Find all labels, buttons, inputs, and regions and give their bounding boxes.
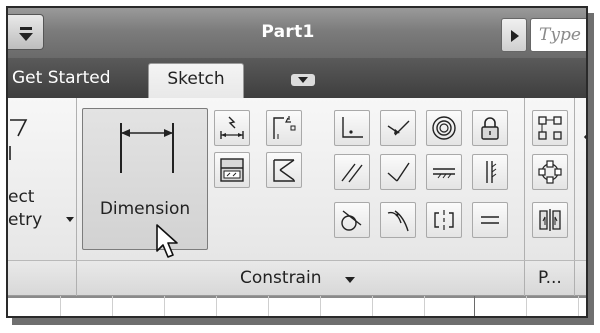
ribbon-panel-area: ect etry Dimension — [8, 98, 586, 260]
symmetric-constraint-icon — [434, 210, 454, 230]
horizontal-constraint-icon — [433, 168, 455, 179]
sketch-canvas[interactable] — [8, 296, 586, 316]
grid-line — [526, 296, 527, 316]
circular-pattern-button[interactable] — [532, 154, 568, 190]
equal-constraint-button[interactable] — [472, 202, 508, 238]
automatic-constraints-button[interactable] — [266, 110, 302, 146]
concentric-constraint-button[interactable] — [426, 110, 462, 146]
constraint-settings-icon — [273, 159, 295, 182]
automatic-constraints-icon — [273, 116, 296, 139]
play-arrow-icon — [511, 30, 519, 42]
vertical-constraint-icon — [486, 161, 497, 183]
lock-icon — [481, 117, 499, 140]
project-geometry-icon[interactable] — [8, 110, 30, 160]
grid-line — [164, 296, 165, 316]
tangent-constraint-button[interactable] — [334, 202, 370, 238]
mouse-cursor-icon — [156, 224, 178, 258]
grid-line — [112, 296, 113, 316]
grid-line — [474, 296, 475, 316]
mirror-button[interactable] — [532, 202, 568, 238]
concentric-constraint-icon — [432, 116, 456, 140]
vertical-constraint-button[interactable] — [472, 154, 508, 190]
grid-line — [60, 296, 61, 316]
chevron-down-icon[interactable] — [345, 277, 355, 283]
panel-divider — [76, 261, 77, 297]
grid-line — [268, 296, 269, 316]
inventor-window: Part1 Type a Get Started Sketch ect etry — [6, 6, 588, 318]
smooth-constraint-button[interactable] — [380, 202, 416, 238]
collinear-constraint-icon — [387, 120, 410, 136]
coincident-constraint-icon — [342, 117, 363, 138]
horizontal-constraint-button[interactable] — [426, 154, 462, 190]
format-arrow-icon[interactable] — [582, 128, 588, 146]
auto-dimension-icon — [220, 116, 244, 139]
title-bar: Part1 Type a — [8, 8, 586, 58]
show-constraints-icon — [220, 158, 244, 182]
equal-constraint-icon — [481, 216, 499, 224]
pattern-panel-label[interactable]: P... — [538, 268, 562, 288]
show-constraints-button[interactable] — [214, 152, 250, 188]
chevron-down-icon[interactable] — [66, 217, 74, 222]
help-search-input[interactable]: Type a — [530, 18, 586, 52]
rectangular-pattern-icon — [538, 116, 562, 140]
tangent-constraint-icon — [341, 210, 362, 231]
auto-dimension-button[interactable] — [214, 110, 250, 146]
dimension-icon — [120, 123, 174, 173]
grid-line — [216, 296, 217, 316]
menu-bar-icon — [20, 27, 32, 30]
smooth-constraint-icon — [387, 210, 409, 232]
tab-get-started[interactable]: Get Started — [12, 68, 110, 88]
symmetric-constraint-button[interactable] — [426, 202, 462, 238]
chevron-down-icon — [19, 33, 33, 41]
parallel-constraint-icon — [341, 163, 363, 183]
panel-divider — [574, 98, 575, 260]
circular-pattern-icon — [538, 160, 562, 184]
panel-divider — [524, 98, 525, 260]
project-geometry-label-line1: ect — [8, 187, 35, 207]
collinear-constraint-button[interactable] — [380, 110, 416, 146]
window-title: Part1 — [261, 22, 315, 42]
grid-line — [320, 296, 321, 316]
parallel-constraint-button[interactable] — [334, 154, 370, 190]
grid-line — [424, 296, 425, 316]
ribbon-tab-bar: Get Started Sketch — [8, 58, 586, 99]
grid-line — [578, 296, 579, 316]
coincident-constraint-button[interactable] — [334, 110, 370, 146]
fix-constraint-button[interactable] — [472, 110, 508, 146]
rectangular-pattern-button[interactable] — [532, 110, 568, 146]
grid-line — [372, 296, 373, 316]
panel-divider — [574, 261, 575, 297]
perpendicular-constraint-button[interactable] — [380, 154, 416, 190]
dimension-label: Dimension — [99, 199, 191, 219]
panel-divider — [76, 98, 77, 260]
ribbon-options-button[interactable] — [291, 74, 315, 86]
tab-sketch[interactable]: Sketch — [148, 63, 244, 99]
constraint-settings-button[interactable] — [266, 152, 302, 188]
constrain-panel-label[interactable]: Constrain — [240, 268, 321, 288]
chevron-down-icon — [298, 77, 308, 83]
panel-divider — [524, 261, 525, 297]
ribbon-panel-labels: Constrain P... — [8, 260, 586, 297]
mirror-icon — [539, 209, 561, 231]
project-geometry-label[interactable]: ect etry — [8, 186, 42, 232]
application-menu-button[interactable] — [8, 14, 44, 50]
perpendicular-constraint-icon — [387, 162, 410, 182]
help-expand-button[interactable] — [501, 18, 527, 52]
project-geometry-label-line2: etry — [8, 210, 43, 230]
dimension-button[interactable]: Dimension — [82, 108, 208, 258]
grid-line — [8, 296, 586, 298]
